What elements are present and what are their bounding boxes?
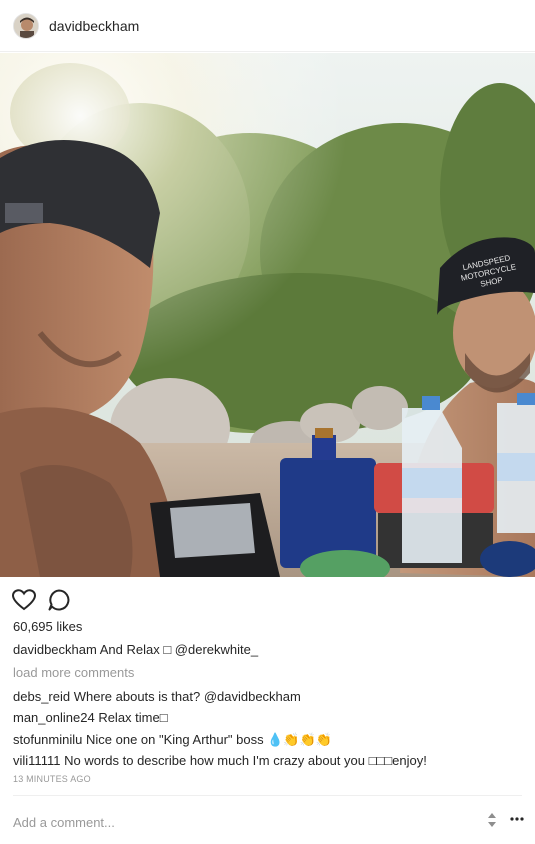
- likes-count[interactable]: 60,695 likes: [13, 619, 82, 634]
- comment-item: debs_reid Where abouts is that? @davidbe…: [13, 689, 301, 704]
- post-photo[interactable]: LANDSPEED MOTORCYCLE SHOP: [0, 53, 535, 577]
- caption: davidbeckham And Relax □ @derekwhite_: [13, 642, 258, 657]
- comment-item: vili11111 No words to describe how much …: [13, 753, 427, 768]
- post-username[interactable]: davidbeckham: [49, 18, 139, 34]
- caption-mention[interactable]: @derekwhite_: [175, 642, 258, 657]
- load-more-comments[interactable]: load more comments: [13, 665, 134, 680]
- comment-text: Where abouts is that?: [73, 689, 204, 704]
- avatar[interactable]: [13, 13, 39, 39]
- comment-username[interactable]: debs_reid: [13, 689, 70, 704]
- spinner-arrows-icon[interactable]: [485, 811, 499, 829]
- divider: [13, 795, 522, 796]
- comment-item: stofunminilu Nice one on "King Arthur" b…: [13, 732, 332, 748]
- caption-username[interactable]: davidbeckham: [13, 642, 97, 657]
- heart-icon[interactable]: [11, 589, 37, 616]
- comment-icon[interactable]: [48, 589, 70, 616]
- comment-username[interactable]: stofunminilu: [13, 732, 82, 747]
- comment-username[interactable]: man_online24: [13, 710, 95, 725]
- comment-text: Relax time□: [98, 710, 168, 725]
- post-header: davidbeckham: [0, 0, 535, 52]
- caption-text: And Relax □: [99, 642, 175, 657]
- add-comment-input[interactable]: [13, 813, 468, 831]
- comment-text: No words to describe how much I'm crazy …: [64, 753, 427, 768]
- post-timestamp[interactable]: 13 MINUTES AGO: [13, 774, 91, 784]
- more-options-icon[interactable]: [510, 812, 524, 829]
- comment-item: man_online24 Relax time□: [13, 710, 168, 725]
- comment-mention[interactable]: @davidbeckham: [204, 689, 301, 704]
- comment-username[interactable]: vili11111: [13, 753, 60, 768]
- comment-text: Nice one on "King Arthur" boss 💧👏👏👏: [86, 732, 332, 747]
